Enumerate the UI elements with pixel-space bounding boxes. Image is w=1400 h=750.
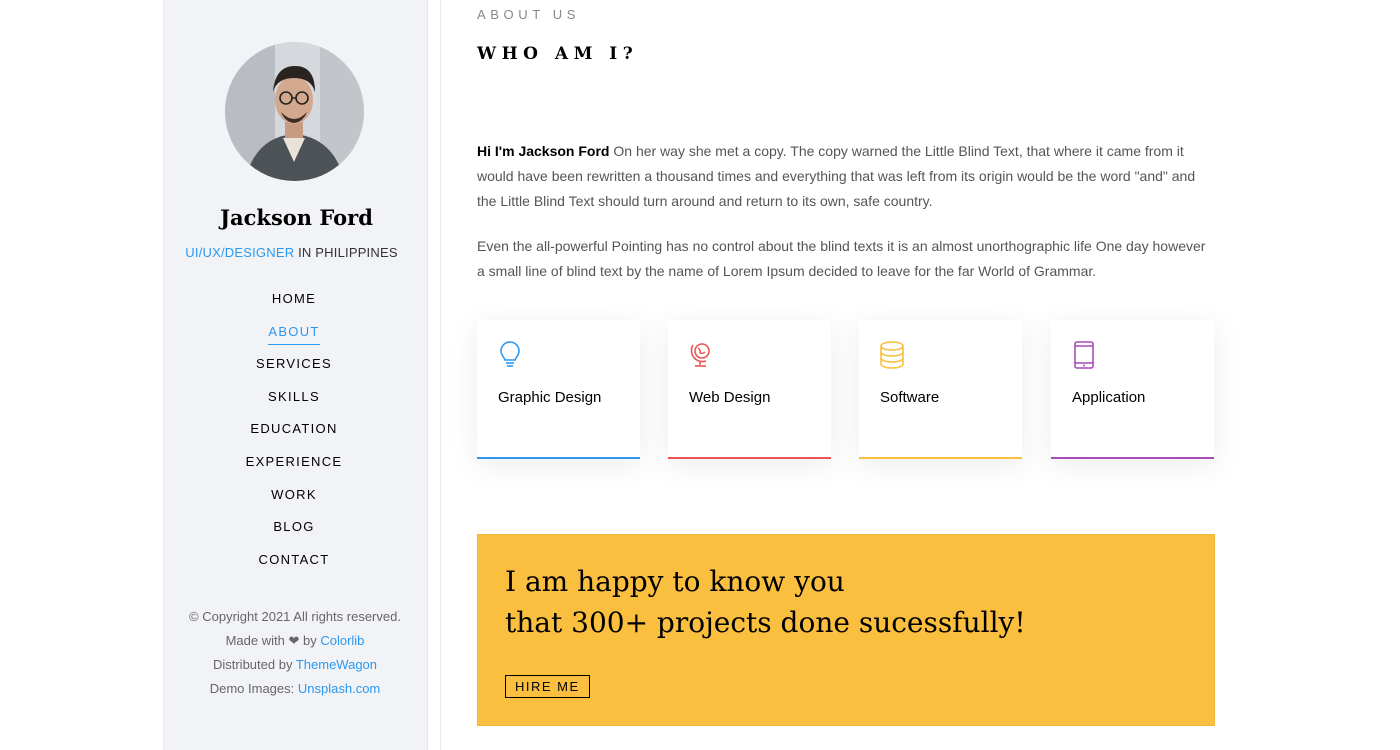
distributed-line: Distributed by ThemeWagon [212,657,378,672]
nav-item-experience[interactable]: EXPERIENCE [164,452,424,485]
unsplash-link[interactable]: Unsplash.com [298,681,380,696]
role-link[interactable]: UI/UX/DESIGNER [185,245,294,260]
service-card-application[interactable]: Application [1051,320,1214,459]
card-accent-bar [859,457,1022,459]
made-with-line: Made with ❤ by Colorlib [225,633,365,648]
colorlib-link[interactable]: Colorlib [320,633,364,648]
hire-me-button[interactable]: HIRE ME [505,675,590,698]
avatar [225,42,364,181]
service-card-web-design[interactable]: Web Design [668,320,831,459]
sidebar: Jackson Ford UI/UX/DESIGNER IN PHILIPPIN… [163,0,428,750]
service-card-graphic-design[interactable]: Graphic Design [477,320,640,459]
sidebar-footer: © Copyright 2021 All rights reserved. Ma… [164,605,426,701]
database-icon [880,341,904,369]
section-eyebrow: ABOUT US [477,7,581,22]
role-location: IN PHILIPPINES [298,245,398,260]
nav-item-contact[interactable]: CONTACT [164,550,424,583]
globe-icon [690,343,710,367]
themewagon-link[interactable]: ThemeWagon [296,657,377,672]
profile-photo [225,42,364,181]
nav-item-services[interactable]: SERVICES [164,354,424,387]
cta-line-1: I am happy to know you [505,565,845,598]
cta-banner: I am happy to know you that 300+ project… [477,534,1215,726]
intro-paragraph: Hi I'm Jackson Ford On her way she met a… [477,143,1196,209]
profile-role: UI/UX/DESIGNER IN PHILIPPINES [164,245,419,260]
second-paragraph: Even the all-powerful Pointing has no co… [477,238,1206,279]
nav-item-home[interactable]: HOME [164,289,424,322]
intro-name: Hi I'm Jackson Ford [477,143,610,159]
nav-item-skills[interactable]: SKILLS [164,387,424,420]
service-card-software[interactable]: Software [859,320,1022,459]
content-divider [440,0,441,750]
main-nav: HOME ABOUT SERVICES SKILLS EDUCATION EXP… [164,289,424,582]
card-accent-bar [477,457,640,459]
card-accent-bar [1051,457,1214,459]
services-row: Graphic Design Web Design Software Appli… [477,320,1215,460]
heart-icon: ❤ [288,633,300,648]
profile-name: Jackson Ford [220,205,373,230]
cta-line-2: that 300+ projects done sucessfully! [505,606,1026,639]
section-heading: WHO AM I? [477,44,639,64]
card-accent-bar [668,457,831,459]
demo-images-line: Demo Images: Unsplash.com [209,681,381,696]
nav-item-about[interactable]: ABOUT [164,322,424,355]
nav-item-work[interactable]: WORK [164,485,424,518]
copyright-text: © Copyright 2021 All rights reserved. [189,609,401,624]
nav-item-blog[interactable]: BLOG [164,517,424,550]
nav-item-education[interactable]: EDUCATION [164,419,424,452]
tablet-icon [1074,341,1094,369]
bulb-icon [500,341,520,367]
